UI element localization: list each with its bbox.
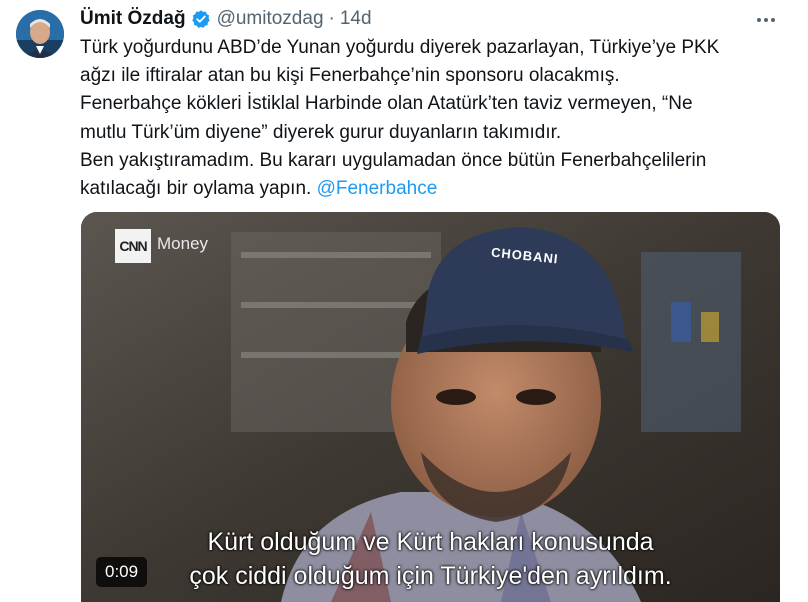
network-label: Money — [157, 234, 209, 253]
tweet-timestamp[interactable]: 14d — [340, 8, 372, 30]
subtitle-line-2: çok ciddi olduğum için Türkiye'den ayrıl… — [189, 562, 672, 590]
separator-dot: · — [328, 8, 335, 29]
cnn-logo: CNN — [115, 229, 151, 263]
author-name[interactable]: Ümit Özdağ — [80, 8, 186, 30]
mention-link[interactable]: @Fenerbahce — [317, 178, 438, 199]
video-duration: 0:09 — [96, 557, 148, 587]
verified-badge-icon — [191, 9, 211, 29]
subtitle-line-1: Kürt olduğum ve Kürt hakları konusunda — [207, 528, 654, 556]
more-options-icon[interactable] — [752, 10, 780, 30]
author-avatar[interactable] — [16, 10, 64, 58]
tweet-body: Türk yoğurdunu ABD’de Yunan yoğurdu diye… — [80, 37, 720, 200]
tweet-header: Ümit Özdağ @umitozdag · 14d — [80, 6, 372, 32]
tweet-text: Türk yoğurdunu ABD’de Yunan yoğurdu diye… — [80, 34, 785, 203]
author-handle[interactable]: @umitozdag — [217, 8, 324, 30]
video-player[interactable]: CNN Money CHOBANI Kürt olduğum ve Kürt h… — [81, 212, 780, 602]
